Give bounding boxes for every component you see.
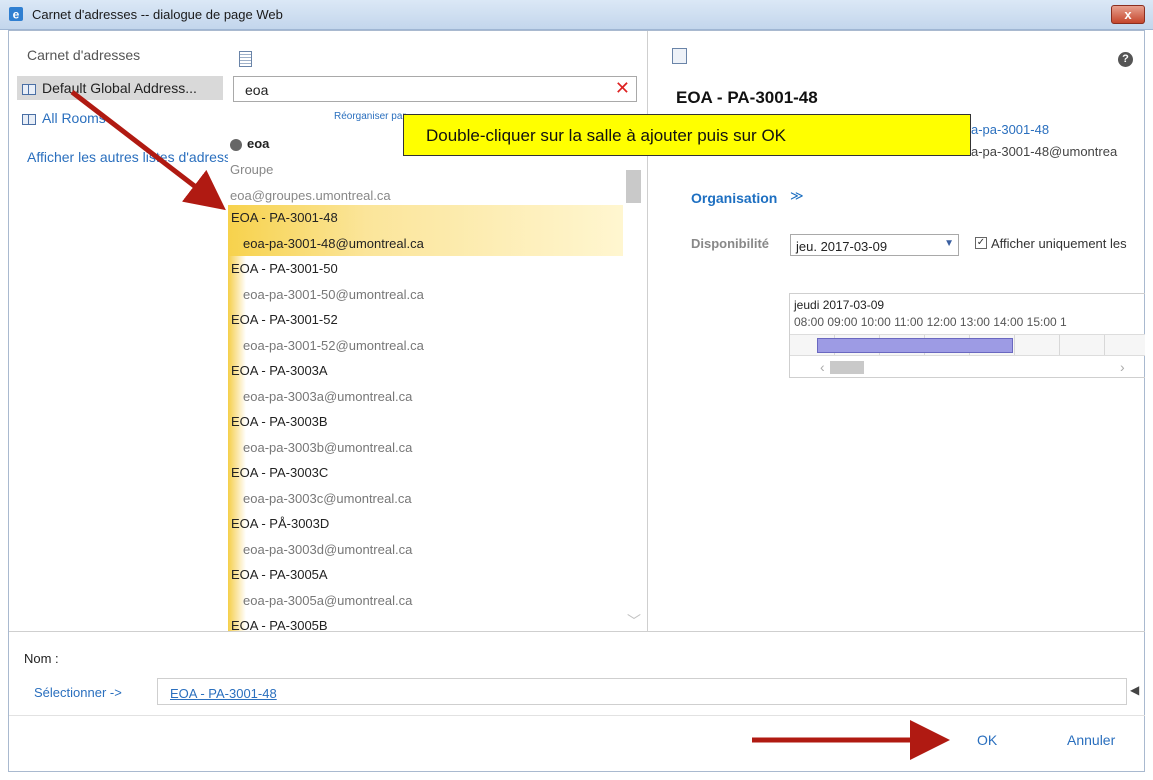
room-name: EOA - PA-3005B (231, 618, 328, 631)
address-list-all-rooms[interactable]: All Rooms (17, 106, 223, 130)
room-item[interactable]: EOA - PÅ-3003D eoa-pa-3003d@umontreal.ca (228, 511, 623, 562)
room-name: EOA - PA-3003C (231, 465, 329, 480)
title-bar: e Carnet d'adresses -- dialogue de page … (0, 0, 1153, 30)
address-book-pane: Carnet d'adresses Default Global Address… (9, 31, 232, 631)
room-item[interactable]: EOA - PA-3003B eoa-pa-3003b@umontreal.ca (228, 409, 623, 460)
instruction-callout: Double-cliquer sur la salle à ajouter pu… (403, 114, 971, 156)
room-email: eoa-pa-3001-52@umontreal.ca (243, 338, 424, 353)
availability-label: Disponibilité (691, 236, 769, 251)
contact-card-icon[interactable] (672, 48, 687, 64)
room-name: EOA - PA-3005A (231, 567, 328, 582)
date-value: jeu. 2017-03-09 (796, 239, 888, 254)
room-item[interactable]: EOA - PA-3001-52 eoa-pa-3001-52@umontrea… (228, 307, 623, 358)
divider (9, 631, 1145, 632)
group-icon (230, 138, 242, 151)
schedule-scrollbar[interactable]: ‹ › (790, 359, 1145, 376)
scroll-down-chevron-icon[interactable]: ﹀ (627, 611, 641, 631)
ie-icon: e (9, 7, 23, 22)
close-button[interactable]: x (1111, 5, 1145, 24)
selected-names-field[interactable]: EOA - PA-3001-48 (157, 678, 1127, 705)
select-button[interactable]: Sélectionner -> (34, 685, 122, 700)
caret-left-icon[interactable]: ◀ (1130, 683, 1139, 697)
cancel-button[interactable]: Annuler (1067, 732, 1115, 748)
dropdown-arrow-icon[interactable]: ▼ (944, 238, 954, 249)
book-icon (22, 83, 36, 95)
date-select[interactable]: jeu. 2017-03-09 ▼ (790, 234, 959, 256)
address-book-header: Carnet d'adresses (27, 47, 141, 63)
room-item-selected[interactable]: EOA - PA-3001-48 eoa-pa-3001-48@umontrea… (228, 205, 623, 256)
contact-name: EOA - PA-3001-48 (676, 88, 818, 107)
organisation-toggle[interactable]: Organisation (691, 190, 777, 206)
name-label: Nom : (24, 651, 59, 666)
group-result-type: Groupe (230, 162, 274, 177)
group-result-email: eoa@groupes.umontreal.ca (230, 188, 391, 203)
room-name: EOA - PA-3001-50 (231, 261, 338, 276)
room-item[interactable]: EOA - PA-3005B (228, 613, 623, 631)
show-only-checkbox[interactable]: ✓ (975, 237, 987, 249)
room-list: EOA - PA-3001-48 eoa-pa-3001-48@umontrea… (228, 205, 623, 631)
availability-grid: jeudi 2017-03-09 08:00 09:00 10:00 11:00… (789, 293, 1145, 378)
show-only-label: Afficher uniquement les (991, 236, 1127, 251)
room-item[interactable]: EOA - PA-3005A eoa-pa-3005a@umontreal.ca (228, 562, 623, 613)
room-email: eoa-pa-3005a@umontreal.ca (243, 593, 413, 608)
contact-alias[interactable]: a-pa-3001-48 (971, 122, 1049, 137)
contact-email: a-pa-3001-48@umontrea (971, 144, 1118, 159)
address-list-default-global[interactable]: Default Global Address... (17, 76, 223, 100)
busy-block (817, 338, 1013, 353)
results-scrollbar-thumb[interactable] (626, 170, 641, 203)
address-list-label: Default Global Address... (42, 80, 197, 96)
room-name: EOA - PA-3003A (231, 363, 328, 378)
help-icon[interactable]: ? (1118, 52, 1133, 67)
group-result-name[interactable]: eoa (230, 136, 269, 151)
reorganize-link[interactable]: Réorganiser par (334, 111, 406, 122)
schedule-day: jeudi 2017-03-09 (794, 298, 885, 312)
room-email: eoa-pa-3003a@umontreal.ca (243, 389, 413, 404)
room-item[interactable]: EOA - PA-3001-50 eoa-pa-3001-50@umontrea… (228, 256, 623, 307)
room-name: EOA - PA-3001-52 (231, 312, 338, 327)
scroll-right-icon[interactable]: › (1120, 359, 1125, 375)
room-name: EOA - PA-3003B (231, 414, 328, 429)
callout-text: Double-cliquer sur la salle à ajouter pu… (426, 126, 787, 145)
selected-name-link[interactable]: EOA - PA-3001-48 (170, 686, 277, 701)
divider (9, 715, 1145, 716)
room-name: EOA - PA-3001-48 (231, 210, 338, 225)
room-email: eoa-pa-3003d@umontreal.ca (243, 542, 413, 557)
address-list-label: All Rooms (42, 110, 106, 126)
clear-search-icon[interactable]: ✕ (615, 78, 630, 99)
ok-button[interactable]: OK (977, 732, 997, 748)
room-email: eoa-pa-3003c@umontreal.ca (243, 491, 412, 506)
schedule-hours: 08:00 09:00 10:00 11:00 12:00 13:00 14:0… (794, 315, 1067, 329)
chevron-double-down-icon[interactable]: ≫ (790, 188, 804, 204)
room-item[interactable]: EOA - PA-3003C eoa-pa-3003c@umontreal.ca (228, 460, 623, 511)
book-icon (22, 113, 36, 125)
room-email: eoa-pa-3001-48@umontreal.ca (243, 236, 424, 251)
list-view-icon[interactable] (239, 51, 252, 67)
search-box: ✕ (233, 76, 637, 102)
scroll-left-icon[interactable]: ‹ (820, 359, 825, 375)
svg-text:e: e (13, 8, 20, 22)
room-email: eoa-pa-3001-50@umontreal.ca (243, 287, 424, 302)
room-name: EOA - PÅ-3003D (231, 516, 330, 531)
other-lists-link[interactable]: Afficher les autres listes d'adresses (27, 149, 232, 165)
window-title: Carnet d'adresses -- dialogue de page We… (32, 7, 283, 22)
schedule-scroll-thumb[interactable] (830, 361, 864, 374)
room-item[interactable]: EOA - PA-3003A eoa-pa-3003a@umontreal.ca (228, 358, 623, 409)
room-email: eoa-pa-3003b@umontreal.ca (243, 440, 413, 455)
search-input[interactable] (243, 81, 607, 99)
